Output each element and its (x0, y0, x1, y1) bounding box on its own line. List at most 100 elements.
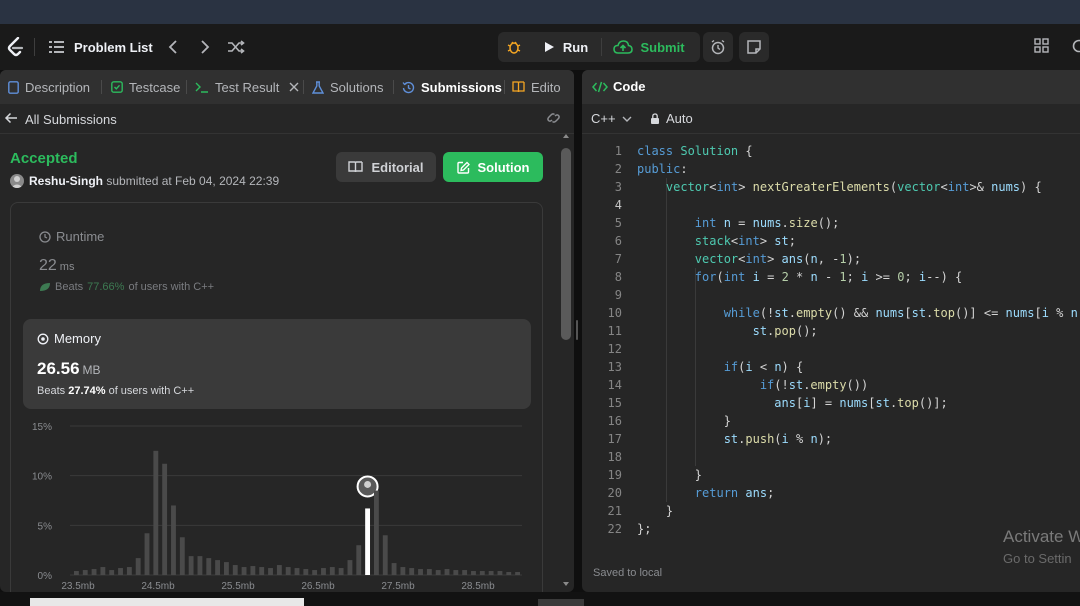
close-icon[interactable] (289, 82, 299, 92)
chart-bar[interactable] (100, 567, 106, 575)
chart-bar[interactable] (206, 558, 212, 575)
chart-bar[interactable] (135, 558, 141, 575)
chart-bar[interactable] (153, 450, 159, 575)
code-line[interactable]: 16 } (582, 412, 1080, 430)
layout-grid-icon[interactable] (1034, 38, 1054, 58)
debug-bug-icon[interactable] (498, 32, 530, 62)
settings-gear-icon[interactable] (1070, 38, 1080, 58)
chart-bar[interactable] (126, 567, 132, 575)
notes-icon[interactable] (739, 32, 769, 62)
chart-bar[interactable] (497, 571, 503, 575)
chart-bar[interactable] (409, 568, 415, 575)
code-line[interactable]: 3 vector<int> nextGreaterElements(vector… (582, 178, 1080, 196)
share-link-icon[interactable] (545, 111, 563, 127)
chart-bar[interactable] (356, 545, 362, 575)
panel-scrollbar-thumb[interactable] (561, 148, 571, 340)
code-line[interactable]: 1 class Solution { (582, 142, 1080, 160)
chart-bar[interactable] (223, 562, 229, 575)
chart-bar[interactable] (73, 571, 79, 575)
code-line[interactable]: 11 st.pop(); (582, 322, 1080, 340)
chart-bar[interactable] (144, 533, 150, 575)
code-editor[interactable]: 1 class Solution {2 public: 3 vector<int> n… (582, 142, 1080, 542)
problem-list-link[interactable]: Problem List (74, 38, 153, 56)
code-line[interactable]: 7 vector<int> ans(n, -1); (582, 250, 1080, 268)
chart-bar[interactable] (179, 537, 185, 575)
alarm-clock-icon[interactable] (703, 32, 733, 62)
code-line[interactable]: 10 while(!st.empty() && nums[st.top()] <… (582, 304, 1080, 322)
chart-bar[interactable] (515, 572, 521, 575)
chart-bar[interactable] (268, 568, 273, 575)
chart-bar[interactable] (426, 569, 432, 575)
chart-bar[interactable] (329, 567, 335, 575)
code-line[interactable]: 8 for(int i = 2 * n - 1; i >= 0; i--) { (582, 268, 1080, 286)
tab-editorial[interactable]: Edito (512, 70, 561, 104)
bottom-scroll-thumb[interactable] (30, 598, 304, 606)
all-submissions-link[interactable]: All Submissions (25, 112, 117, 127)
chart-bar[interactable] (444, 569, 450, 575)
chart-bar[interactable] (241, 567, 247, 575)
chart-bar[interactable] (321, 568, 326, 575)
solution-button[interactable]: Solution (443, 152, 543, 182)
language-select[interactable]: C++ (591, 111, 632, 126)
next-problem-chevron-right-icon[interactable] (196, 37, 214, 57)
chart-bar[interactable] (250, 566, 256, 575)
tab-test-result[interactable]: Test Result (195, 70, 299, 104)
code-line[interactable]: 13 if(i < n) { (582, 358, 1080, 376)
chart-bar[interactable] (479, 571, 485, 575)
tab-submissions[interactable]: Submissions (402, 70, 502, 104)
back-arrow-icon[interactable] (4, 111, 18, 127)
submit-button[interactable]: Submit (604, 32, 694, 62)
avatar[interactable] (10, 174, 24, 188)
tab-testcase[interactable]: Testcase (111, 70, 180, 104)
chart-bar[interactable] (391, 563, 397, 575)
chart-bar[interactable] (471, 571, 476, 575)
code-line[interactable]: 15 ans[i] = nums[st.top()]; (582, 394, 1080, 412)
memory-distribution-chart[interactable]: 15% 10% 5% 0% 23.5mb 24.5mb 25.5mb 26.5mb 27.5mb… (22, 416, 532, 592)
chart-bar[interactable] (506, 572, 512, 575)
code-line[interactable]: 20 return ans; (582, 484, 1080, 502)
code-line[interactable]: 2 public: (582, 160, 1080, 178)
chart-bar[interactable] (462, 570, 468, 575)
chart-bar[interactable] (453, 570, 459, 575)
code-line[interactable]: 5 int n = nums.size(); (582, 214, 1080, 232)
run-button[interactable]: Run (532, 32, 600, 62)
chart-bar[interactable] (215, 560, 221, 575)
tab-description[interactable]: Description (8, 70, 90, 104)
chart-bar[interactable] (109, 570, 115, 575)
panel-resize-handle[interactable] (575, 310, 579, 350)
chart-bar[interactable] (373, 490, 379, 575)
memory-card[interactable]: Memory 26.56 MB Beats 27.74% of users wit… (23, 319, 531, 409)
code-line[interactable]: 21 } (582, 502, 1080, 520)
chart-bar[interactable] (303, 569, 309, 575)
chart-bar[interactable] (418, 569, 423, 575)
problem-list-icon[interactable] (48, 39, 64, 55)
tab-solutions[interactable]: Solutions (312, 70, 383, 104)
code-line[interactable]: 4 (582, 196, 1080, 214)
code-line[interactable]: 14 if(!st.empty()) (582, 376, 1080, 394)
code-line[interactable]: 18 (582, 448, 1080, 466)
code-line[interactable]: 19 } (582, 466, 1080, 484)
tab-code[interactable]: Code (592, 79, 646, 94)
chart-bar[interactable] (338, 568, 344, 575)
chart-bar[interactable] (171, 505, 176, 575)
code-line[interactable]: 9 (582, 286, 1080, 304)
chart-bar[interactable] (488, 571, 494, 575)
chart-bar[interactable] (162, 463, 168, 575)
chart-bar[interactable] (285, 567, 291, 575)
chart-bar[interactable] (347, 560, 353, 575)
auto-mode-toggle[interactable]: Auto (650, 111, 693, 126)
chart-bar[interactable] (197, 556, 203, 575)
chart-bar[interactable] (294, 568, 300, 575)
chart-bar[interactable] (259, 567, 265, 575)
chart-bar[interactable] (232, 565, 238, 575)
chart-bar[interactable] (91, 569, 97, 575)
chart-bar[interactable] (382, 535, 388, 575)
code-line[interactable]: 12 (582, 340, 1080, 358)
chart-bar[interactable] (82, 570, 88, 575)
chart-bar[interactable] (118, 568, 123, 575)
chart-bar[interactable] (276, 565, 282, 575)
shuffle-icon[interactable] (226, 37, 246, 57)
chart-bar-current[interactable] (365, 508, 371, 575)
chart-bar[interactable] (188, 556, 194, 575)
chart-bar[interactable] (435, 570, 441, 575)
